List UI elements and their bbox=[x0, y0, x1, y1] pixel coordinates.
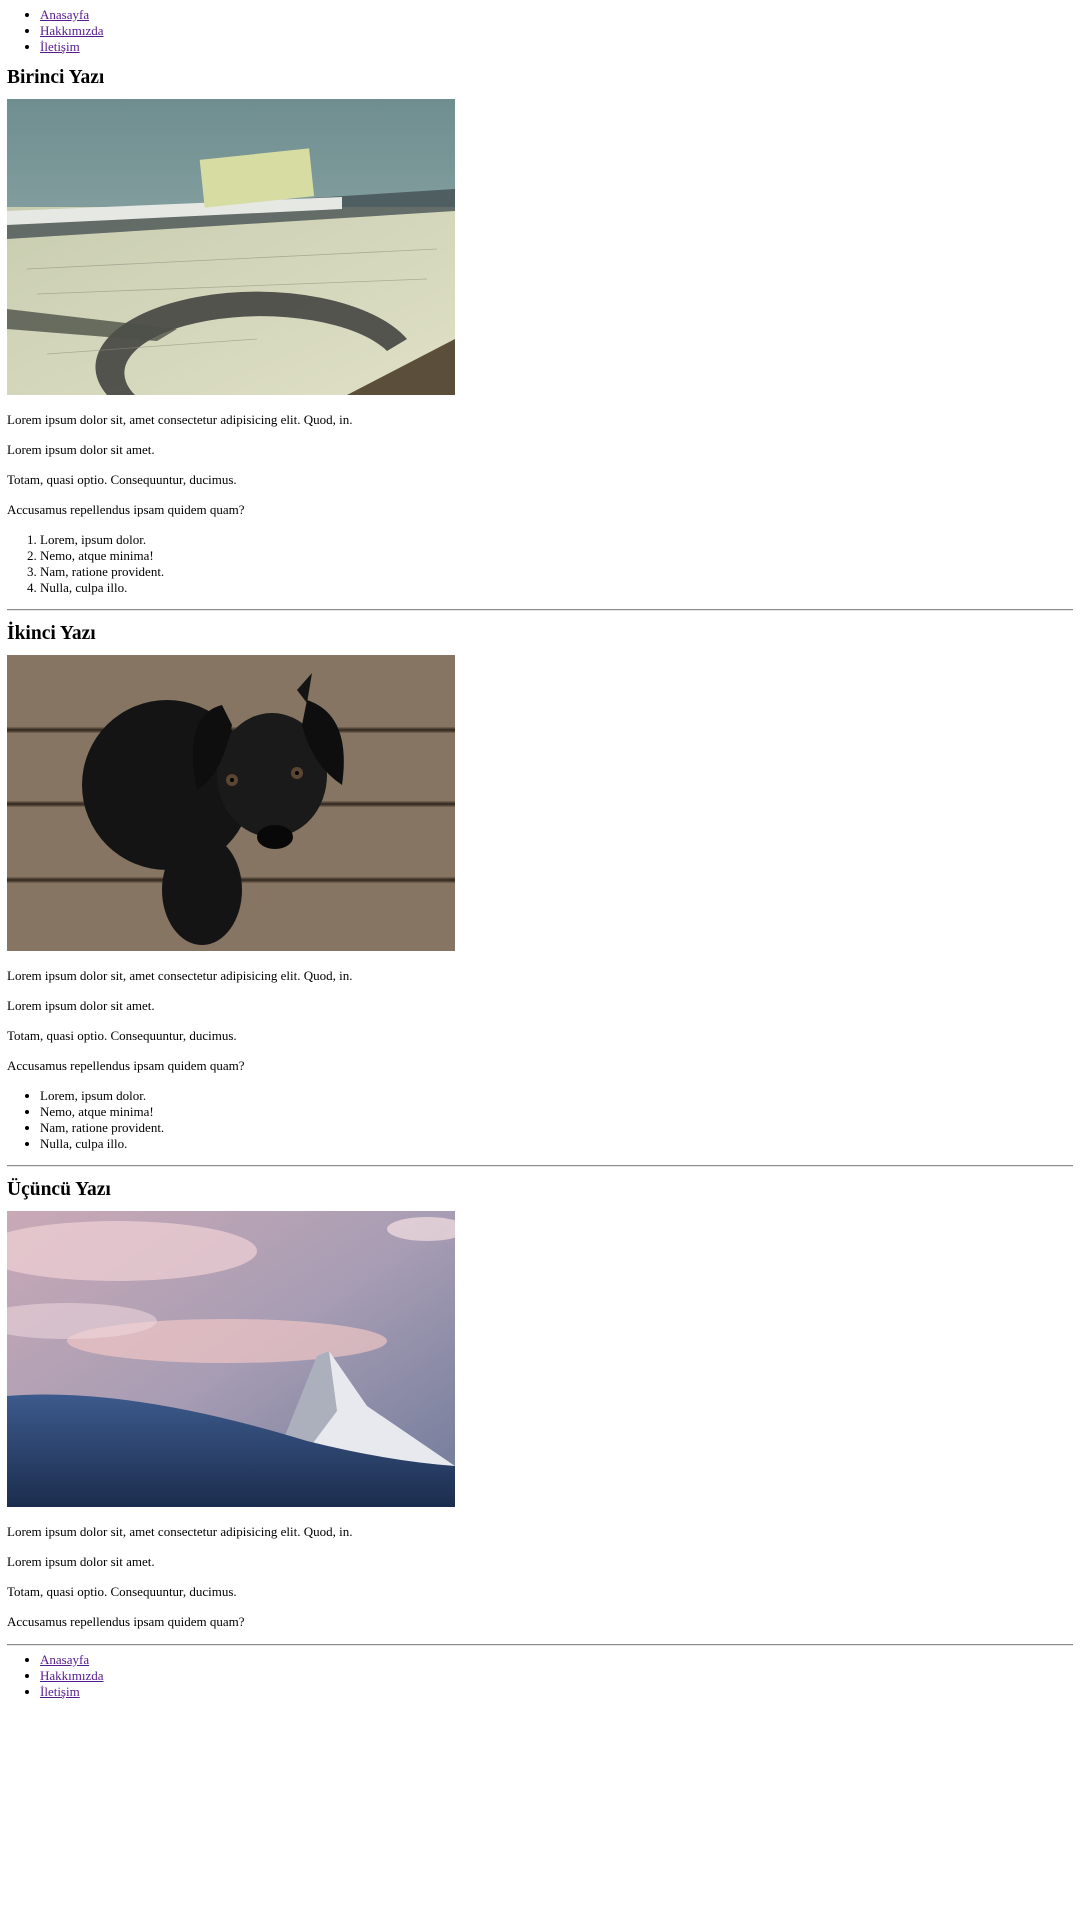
nav-link-hakkimizda[interactable]: Hakkımızda bbox=[40, 23, 104, 38]
mountain-sunset-photo bbox=[7, 1211, 455, 1507]
nav-link-anasayfa[interactable]: Anasayfa bbox=[40, 7, 89, 22]
blueprint-table-photo bbox=[7, 99, 455, 395]
post-paragraph: Lorem ipsum dolor sit amet. bbox=[7, 998, 155, 1013]
nav-link-iletisim[interactable]: İletişim bbox=[40, 39, 80, 54]
post-paragraph: Lorem ipsum dolor sit amet. bbox=[7, 1554, 155, 1569]
post-paragraph: Totam, quasi optio. Consequuntur, ducimu… bbox=[7, 1028, 237, 1043]
post-paragraph: Accusamus repellendus ipsam quidem quam? bbox=[7, 502, 245, 517]
divider bbox=[7, 1644, 1073, 1646]
mountain-sunset-image bbox=[7, 1211, 455, 1507]
post-paragraph: Lorem ipsum dolor sit, amet consectetur … bbox=[7, 968, 353, 983]
blueprint-table-image bbox=[7, 99, 455, 395]
top-nav-item: Hakkımızda bbox=[40, 23, 1073, 39]
post-paragraph: Lorem ipsum dolor sit, amet consectetur … bbox=[7, 412, 353, 427]
footer-link-iletisim[interactable]: İletişim bbox=[40, 1684, 80, 1699]
post-1: Birinci Yazı Lorem ipsum dolor sit, amet… bbox=[7, 65, 1073, 596]
list-item: Nemo, atque minima! bbox=[40, 1104, 1073, 1120]
black-puppy-photo bbox=[7, 655, 455, 951]
post-paragraph: Lorem ipsum dolor sit amet. bbox=[7, 442, 155, 457]
post-paragraph: Totam, quasi optio. Consequuntur, ducimu… bbox=[7, 1584, 237, 1599]
ordered-list: Lorem, ipsum dolor. Nemo, atque minima! … bbox=[7, 532, 1073, 596]
list-item: Nam, ratione provident. bbox=[40, 564, 1073, 580]
divider bbox=[7, 1165, 1073, 1167]
list-item: Nemo, atque minima! bbox=[40, 548, 1073, 564]
unordered-list: Lorem, ipsum dolor. Nemo, atque minima! … bbox=[7, 1088, 1073, 1152]
post-paragraph: Accusamus repellendus ipsam quidem quam? bbox=[7, 1058, 245, 1073]
bottom-nav-item: Anasayfa bbox=[40, 1652, 1073, 1668]
bottom-nav: Anasayfa Hakkımızda İletişim bbox=[7, 1652, 1073, 1700]
list-item: Lorem, ipsum dolor. bbox=[40, 1088, 1073, 1104]
post-3: Üçüncü Yazı Lorem ipsum dolor sit, amet … bbox=[7, 1177, 1073, 1629]
list-item: Lorem, ipsum dolor. bbox=[40, 532, 1073, 548]
post-2: İkinci Yazı Lorem ipsum dolor sit, amet … bbox=[7, 621, 1073, 1152]
list-item: Nulla, culpa illo. bbox=[40, 580, 1073, 596]
list-item: Nulla, culpa illo. bbox=[40, 1136, 1073, 1152]
bottom-nav-item: İletişim bbox=[40, 1684, 1073, 1700]
post-title: İkinci Yazı bbox=[7, 623, 96, 644]
top-nav-item: İletişim bbox=[40, 39, 1073, 55]
post-title: Üçüncü Yazı bbox=[7, 1179, 111, 1200]
footer-link-anasayfa[interactable]: Anasayfa bbox=[40, 1652, 89, 1667]
post-paragraph: Lorem ipsum dolor sit, amet consectetur … bbox=[7, 1524, 353, 1539]
top-nav: Anasayfa Hakkımızda İletişim bbox=[7, 7, 1073, 55]
divider bbox=[7, 609, 1073, 611]
post-paragraph: Accusamus repellendus ipsam quidem quam? bbox=[7, 1614, 245, 1629]
post-paragraph: Totam, quasi optio. Consequuntur, ducimu… bbox=[7, 472, 237, 487]
black-puppy-image bbox=[7, 655, 455, 951]
footer-link-hakkimizda[interactable]: Hakkımızda bbox=[40, 1668, 104, 1683]
bottom-nav-item: Hakkımızda bbox=[40, 1668, 1073, 1684]
post-title: Birinci Yazı bbox=[7, 67, 105, 88]
page: Anasayfa Hakkımızda İletişim Birinci Yaz… bbox=[0, 0, 1080, 1700]
top-nav-item: Anasayfa bbox=[40, 7, 1073, 23]
list-item: Nam, ratione provident. bbox=[40, 1120, 1073, 1136]
